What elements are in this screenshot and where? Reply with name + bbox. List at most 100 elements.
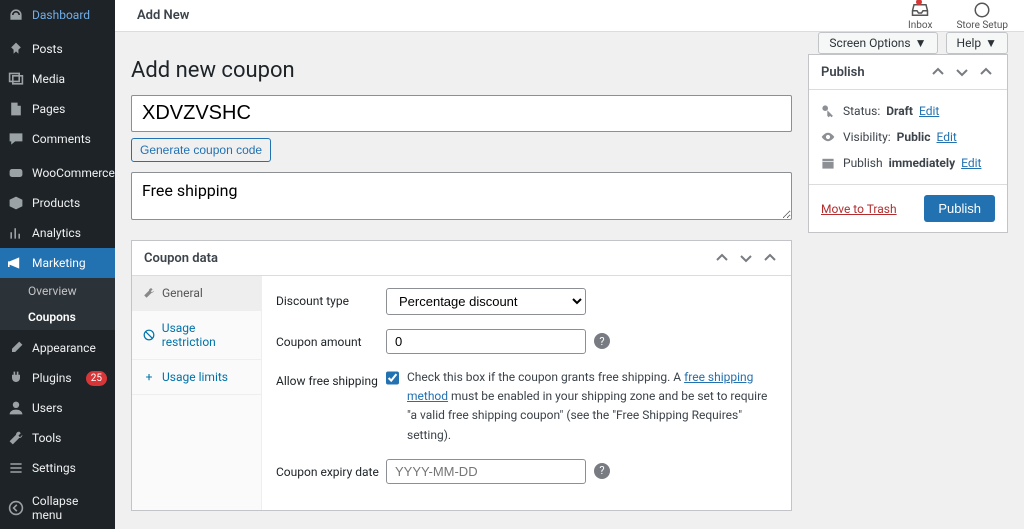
discount-type-select[interactable]: Percentage discount	[386, 288, 586, 315]
sidebar-item-users[interactable]: Users	[0, 393, 115, 423]
coupon-amount-label: Coupon amount	[276, 329, 386, 349]
sidebar-item-media[interactable]: Media	[0, 64, 115, 94]
submenu-coupons[interactable]: Coupons	[0, 304, 115, 330]
sidebar-item-pages[interactable]: Pages	[0, 94, 115, 124]
collapse-icon	[8, 500, 24, 516]
move-down-button[interactable]	[953, 63, 971, 81]
page-icon	[8, 101, 24, 117]
toggle-button[interactable]	[977, 63, 995, 81]
chart-icon	[8, 225, 24, 241]
expiry-input[interactable]	[386, 459, 586, 484]
visibility-value: Public	[897, 130, 931, 144]
block-icon	[142, 328, 156, 342]
tab-usage-restriction[interactable]: Usage restriction	[132, 311, 261, 360]
move-down-button[interactable]	[737, 249, 755, 267]
megaphone-icon	[8, 255, 24, 271]
tab-general[interactable]: General	[132, 276, 261, 311]
tab-label: Usage limits	[162, 370, 228, 384]
media-icon	[8, 71, 24, 87]
sidebar-label: WooCommerce	[32, 166, 115, 180]
sidebar-label: Posts	[32, 42, 63, 56]
sidebar-collapse[interactable]: Collapse menu	[0, 487, 115, 529]
sidebar-label: Plugins	[32, 371, 72, 385]
visibility-edit-link[interactable]: Edit	[936, 130, 956, 144]
sidebar-item-products[interactable]: Products	[0, 188, 115, 218]
inbox-button[interactable]: Inbox	[908, 0, 932, 31]
sidebar-item-analytics[interactable]: Analytics	[0, 218, 115, 248]
toggle-button[interactable]	[761, 249, 779, 267]
move-up-button[interactable]	[929, 63, 947, 81]
sidebar-item-posts[interactable]: Posts	[0, 34, 115, 64]
woo-icon	[8, 165, 24, 181]
sidebar-item-settings[interactable]: Settings	[0, 453, 115, 483]
free-shipping-checkbox[interactable]	[386, 370, 399, 386]
wrench-icon	[8, 430, 24, 446]
sidebar-label: Tools	[32, 431, 61, 445]
sidebar-item-marketing[interactable]: Marketing	[0, 248, 115, 278]
plug-icon	[8, 370, 24, 386]
free-shipping-label: Allow free shipping	[276, 368, 386, 388]
sidebar-label: Settings	[32, 461, 76, 475]
sidebar-item-comments[interactable]: Comments	[0, 124, 115, 154]
sidebar-label: Media	[32, 72, 65, 86]
page-title: Add new coupon	[131, 58, 792, 83]
coupon-data-title: Coupon data	[144, 251, 713, 266]
admin-sidebar: Dashboard Posts Media Pages Comments Woo…	[0, 0, 115, 529]
coupon-description-input[interactable]: Free shipping	[131, 172, 792, 220]
tab-label: General	[162, 286, 203, 300]
move-up-button[interactable]	[713, 249, 731, 267]
sidebar-item-dashboard[interactable]: Dashboard	[0, 0, 115, 30]
help-icon[interactable]: ?	[594, 463, 610, 479]
key-icon	[821, 104, 837, 118]
sidebar-label: Products	[32, 196, 80, 210]
sidebar-label: Collapse menu	[32, 494, 107, 522]
submenu-overview[interactable]: Overview	[0, 278, 115, 304]
topbar: Add New Inbox Store Setup	[115, 0, 1024, 32]
status-label: Status:	[843, 104, 880, 118]
sidebar-submenu: Overview Coupons	[0, 278, 115, 330]
sidebar-label: Pages	[32, 102, 65, 116]
coupon-data-panel: Coupon data General	[131, 240, 792, 511]
topbar-title: Add New	[137, 8, 189, 23]
sidebar-item-tools[interactable]: Tools	[0, 423, 115, 453]
eye-icon	[821, 130, 837, 144]
help-label: Help	[957, 36, 982, 50]
sidebar-label: Comments	[32, 132, 91, 146]
calendar-icon	[821, 156, 837, 170]
coupon-code-input[interactable]	[131, 95, 792, 132]
comment-icon	[8, 131, 24, 147]
publish-edit-link[interactable]: Edit	[961, 156, 981, 170]
generate-code-button[interactable]: Generate coupon code	[131, 138, 271, 162]
sidebar-label: Users	[32, 401, 63, 415]
wrench-icon	[142, 286, 156, 300]
sidebar-item-appearance[interactable]: Appearance	[0, 333, 115, 363]
publish-panel: Publish Status: Draft Edit	[808, 54, 1008, 233]
sidebar-label: Marketing	[32, 256, 86, 270]
screen-options-button[interactable]: Screen Options ▼	[818, 32, 937, 54]
status-edit-link[interactable]: Edit	[919, 104, 939, 118]
store-setup-button[interactable]: Store Setup	[956, 0, 1008, 31]
publish-title: Publish	[821, 65, 929, 80]
discount-type-label: Discount type	[276, 288, 386, 308]
caret-down-icon: ▼	[985, 36, 997, 50]
tab-usage-limits[interactable]: + Usage limits	[132, 360, 261, 395]
publish-label: Publish	[843, 156, 883, 170]
visibility-label: Visibility:	[843, 130, 891, 144]
coupon-amount-input[interactable]	[386, 329, 586, 354]
move-to-trash-link[interactable]: Move to Trash	[821, 202, 897, 216]
gauge-icon	[8, 7, 24, 23]
publish-button[interactable]: Publish	[924, 195, 995, 222]
help-icon[interactable]: ?	[594, 333, 610, 349]
sidebar-item-plugins[interactable]: Plugins 25	[0, 363, 115, 393]
user-icon	[8, 400, 24, 416]
pin-icon	[8, 41, 24, 57]
screen-options-label: Screen Options	[829, 36, 910, 50]
status-value: Draft	[886, 104, 913, 118]
sidebar-label: Appearance	[32, 341, 96, 355]
sidebar-label: Dashboard	[32, 8, 90, 22]
help-button[interactable]: Help ▼	[946, 32, 1008, 54]
plus-icon: +	[142, 370, 156, 384]
coupon-tabs: General Usage restriction + Usage limits	[132, 276, 262, 510]
sidebar-label: Analytics	[32, 226, 81, 240]
sidebar-item-woocommerce[interactable]: WooCommerce	[0, 158, 115, 188]
